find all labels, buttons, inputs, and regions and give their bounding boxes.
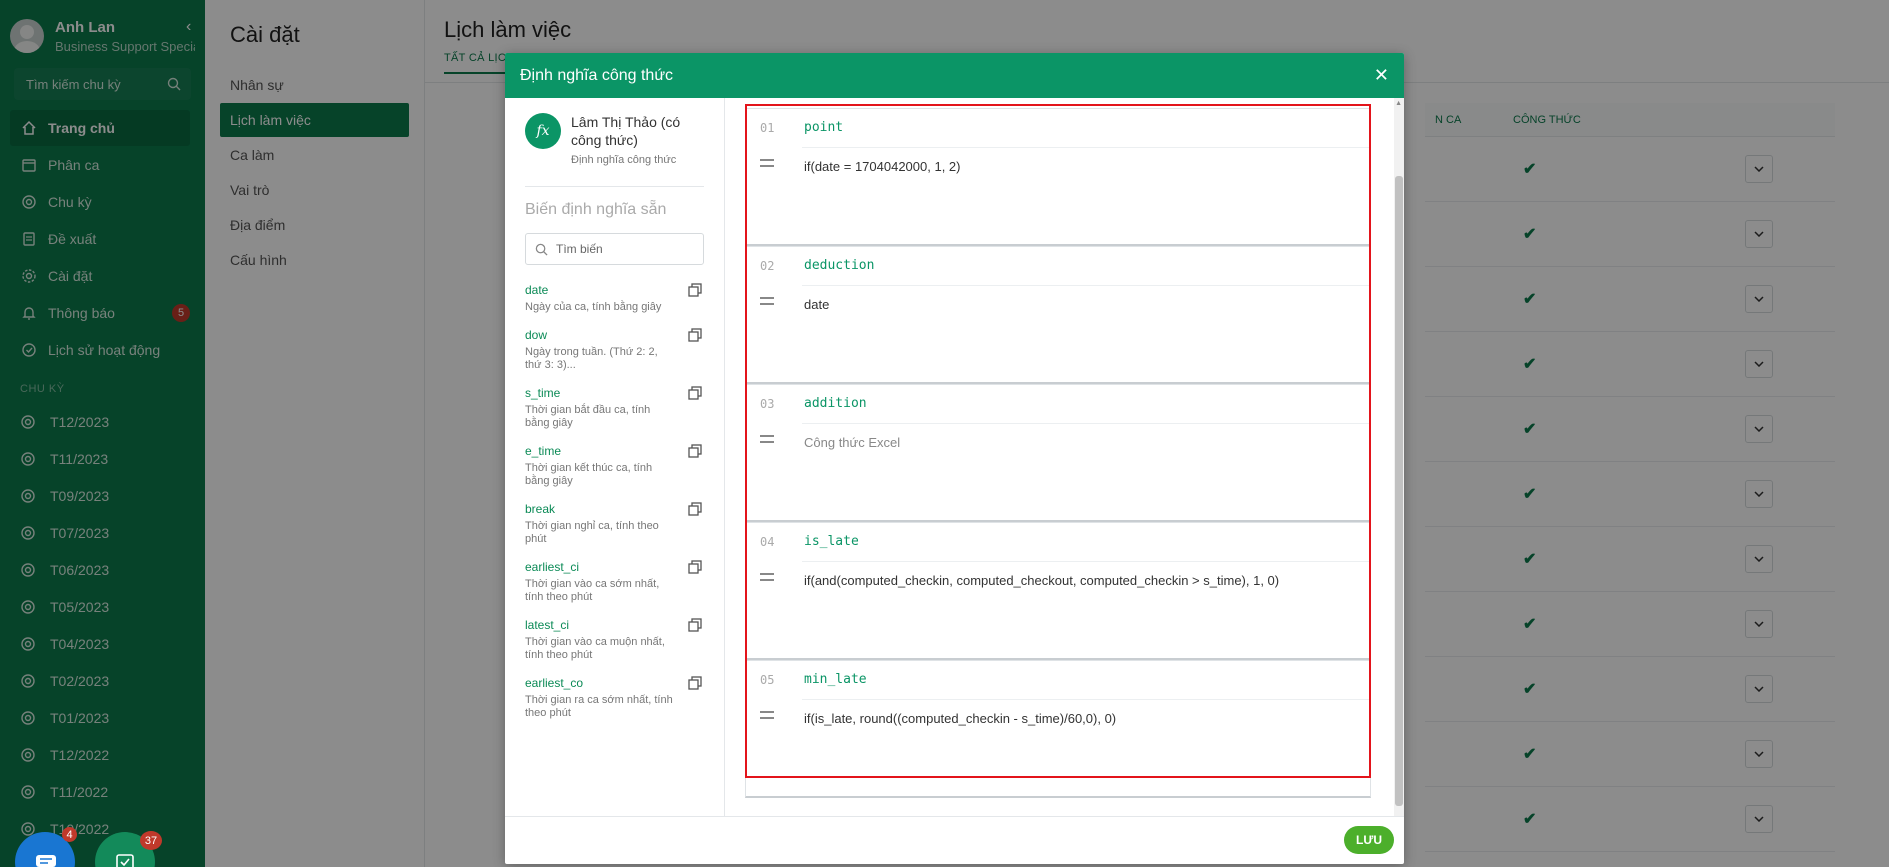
variable-name[interactable]: latest_ci <box>525 618 674 632</box>
function-icon: fx <box>525 113 561 149</box>
variable-name[interactable]: s_time <box>525 386 674 400</box>
variable-description: Thời gian nghỉ ca, tính theo phút <box>525 520 659 545</box>
formula-owner-name: Lâm Thị Thảo (có công thức) <box>571 114 681 148</box>
task-check-icon <box>116 854 134 867</box>
variable-item: s_time Thời gian bắt đầu ca, tính bằng gi… <box>525 386 704 430</box>
variables-panel: fx Lâm Thị Thảo (có công thức) Định nghĩ… <box>505 98 725 816</box>
variable-name[interactable]: break <box>525 502 674 516</box>
copy-icon[interactable] <box>688 283 702 300</box>
variables-heading: Biến định nghĩa sẵn <box>525 201 667 218</box>
formula-owner-subtitle: Định nghĩa công thức <box>571 154 677 166</box>
drag-handle-icon[interactable] <box>760 435 774 443</box>
copy-icon[interactable] <box>688 560 702 577</box>
variable-item: dow Ngày trong tuần. (Thứ 2: 2, thứ 3: 3)… <box>525 328 704 372</box>
search-icon <box>535 243 548 256</box>
formula-definition-modal: Định nghĩa công thức ✕ fx Lâm Thị Thảo (… <box>505 53 1404 864</box>
formula-variable-name[interactable]: deduction <box>804 258 874 273</box>
copy-icon[interactable] <box>688 618 702 635</box>
variable-item: e_time Thời gian kết thúc ca, tính bằng g… <box>525 444 704 488</box>
drag-handle-icon[interactable] <box>760 297 774 305</box>
formula-number: 01 <box>760 121 775 135</box>
formula-number: 03 <box>760 397 775 411</box>
variable-description: Thời gian ra ca sớm nhất, tính theo phút <box>525 694 673 719</box>
drag-handle-icon[interactable] <box>760 711 774 719</box>
variable-item: latest_ci Thời gian vào ca muộn nhất, tín… <box>525 618 704 662</box>
chat-icon <box>36 855 56 867</box>
variable-description: Ngày của ca, tính bằng giây <box>525 301 662 313</box>
variable-item: earliest_co Thời gian ra ca sớm nhất, tín… <box>525 676 704 720</box>
modal-footer: LƯU <box>505 816 1404 864</box>
modal-title: Định nghĩa công thức <box>520 66 674 84</box>
formula-card: 02 deduction date <box>745 246 1371 384</box>
formula-card: 01 point if(date = 1704042000, 1, 2) <box>745 108 1371 246</box>
formula-expression-input[interactable]: date <box>804 297 829 312</box>
variable-name[interactable]: dow <box>525 328 674 342</box>
copy-icon[interactable] <box>688 386 702 403</box>
scroll-up-icon[interactable]: ▲ <box>1395 100 1402 107</box>
variable-description: Thời gian kết thúc ca, tính bằng giây <box>525 462 653 487</box>
formula-card: 03 addition Công thức Excel <box>745 384 1371 522</box>
variable-name[interactable]: earliest_ci <box>525 560 674 574</box>
close-icon[interactable]: ✕ <box>1374 65 1389 86</box>
scrollbar[interactable]: ▲ <box>1394 98 1404 816</box>
chat-badge: 4 <box>62 827 77 842</box>
variable-description: Thời gian vào ca muộn nhất, tính theo ph… <box>525 636 665 661</box>
formula-card: 04 is_late if(and(computed_checkin, comput… <box>745 522 1371 660</box>
formula-expression-input[interactable]: if(date = 1704042000, 1, 2) <box>804 159 960 174</box>
copy-icon[interactable] <box>688 676 702 693</box>
drag-handle-icon[interactable] <box>760 159 774 167</box>
copy-icon[interactable] <box>688 444 702 461</box>
formula-expression-input[interactable]: if(and(computed_checkin, computed_checko… <box>804 573 1279 588</box>
task-badge: 37 <box>140 831 162 850</box>
formula-number: 05 <box>760 673 775 687</box>
formula-card: 05 min_late if(is_late, round((computed_ch… <box>745 660 1371 798</box>
variable-item: earliest_ci Thời gian vào ca sớm nhất, tí… <box>525 560 704 604</box>
save-button[interactable]: LƯU <box>1344 826 1394 854</box>
formula-number: 02 <box>760 259 775 273</box>
modal-header: Định nghĩa công thức ✕ <box>505 53 1404 98</box>
formulas-panel: 01 point if(date = 1704042000, 1, 2) 02 dedu… <box>725 98 1404 816</box>
variable-search-placeholder: Tìm biến <box>556 242 603 256</box>
variable-name[interactable]: earliest_co <box>525 676 674 690</box>
variable-search-input[interactable]: Tìm biến <box>525 233 704 265</box>
formula-number: 04 <box>760 535 775 549</box>
drag-handle-icon[interactable] <box>760 573 774 581</box>
variable-name[interactable]: date <box>525 283 674 297</box>
variable-description: Thời gian bắt đầu ca, tính bằng giây <box>525 404 651 429</box>
formula-variable-name[interactable]: is_late <box>804 534 859 549</box>
copy-icon[interactable] <box>688 328 702 345</box>
variable-description: Thời gian vào ca sớm nhất, tính theo phú… <box>525 578 660 603</box>
formula-expression-input[interactable]: Công thức Excel <box>804 435 900 450</box>
copy-icon[interactable] <box>688 502 702 519</box>
variable-name[interactable]: e_time <box>525 444 674 458</box>
variable-item: break Thời gian nghỉ ca, tính theo phút <box>525 502 704 546</box>
formula-variable-name[interactable]: min_late <box>804 672 867 687</box>
formula-variable-name[interactable]: addition <box>804 396 867 411</box>
variable-item: date Ngày của ca, tính bằng giây <box>525 283 704 314</box>
formula-variable-name[interactable]: point <box>804 120 843 135</box>
scrollbar-thumb[interactable] <box>1395 176 1403 806</box>
variable-description: Ngày trong tuần. (Thứ 2: 2, thứ 3: 3)... <box>525 346 658 371</box>
formula-expression-input[interactable]: if(is_late, round((computed_checkin - s_… <box>804 711 1116 726</box>
